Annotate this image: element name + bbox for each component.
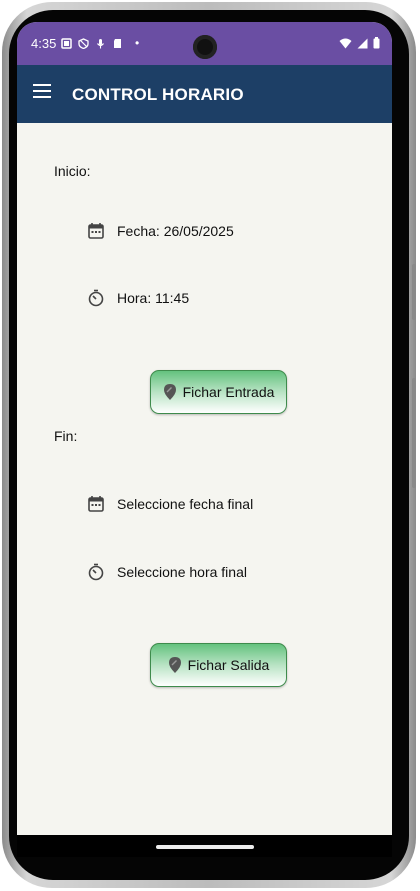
battery-icon bbox=[373, 37, 380, 49]
timer-icon bbox=[88, 289, 104, 307]
fin-hora-row[interactable]: Seleccione hora final bbox=[87, 563, 247, 581]
inicio-hora-text: Hora: 11:45 bbox=[117, 290, 190, 306]
wifi-icon bbox=[339, 38, 352, 48]
calendar-icon bbox=[88, 496, 104, 512]
app-title: CONTROL HORARIO bbox=[72, 85, 244, 104]
inicio-hora-row[interactable]: Hora: 11:45 bbox=[87, 289, 189, 307]
fin-hora-text: Seleccione hora final bbox=[117, 564, 247, 580]
status-icons-left: • bbox=[61, 36, 139, 50]
home-gesture-pill[interactable] bbox=[156, 845, 254, 849]
fin-fecha-row[interactable]: Seleccione fecha final bbox=[87, 495, 253, 513]
camera-cutout bbox=[193, 35, 217, 59]
location-pin-icon bbox=[168, 657, 181, 673]
main-content: Inicio: Fecha: 26/05/2025 Hora: 11:45 Fi… bbox=[17, 123, 392, 857]
inicio-fecha-row[interactable]: Fecha: 26/05/2025 bbox=[87, 222, 234, 240]
calendar-icon bbox=[88, 223, 104, 239]
notification-dot: • bbox=[135, 36, 140, 50]
screen-icon bbox=[61, 37, 72, 49]
power-button bbox=[412, 378, 416, 488]
signal-icon bbox=[357, 38, 368, 48]
inicio-fecha-text: Fecha: 26/05/2025 bbox=[117, 223, 234, 239]
status-time: 4:35 bbox=[31, 36, 57, 51]
location-pin-icon bbox=[163, 384, 176, 400]
timer-icon bbox=[88, 563, 104, 581]
status-bar: 4:35 • bbox=[17, 22, 392, 65]
shield-icon bbox=[78, 37, 89, 49]
screen: 4:35 • CONTROL HORARIO Inicio: Fecha: 26… bbox=[17, 22, 392, 857]
inicio-label: Inicio: bbox=[54, 163, 91, 179]
mic-icon bbox=[97, 38, 104, 48]
status-icons-right bbox=[339, 37, 380, 49]
navigation-bar bbox=[17, 835, 392, 857]
app-bar: CONTROL HORARIO bbox=[17, 65, 392, 123]
volume-button bbox=[412, 264, 416, 320]
fin-label: Fin: bbox=[54, 428, 78, 444]
menu-icon[interactable] bbox=[33, 84, 51, 102]
fichar-entrada-label: Fichar Entrada bbox=[182, 384, 275, 400]
fin-fecha-text: Seleccione fecha final bbox=[117, 496, 254, 512]
sd-card-icon bbox=[114, 38, 121, 48]
fichar-salida-button[interactable]: Fichar Salida bbox=[150, 643, 287, 687]
fichar-salida-label: Fichar Salida bbox=[187, 657, 270, 673]
fichar-entrada-button[interactable]: Fichar Entrada bbox=[150, 370, 287, 414]
